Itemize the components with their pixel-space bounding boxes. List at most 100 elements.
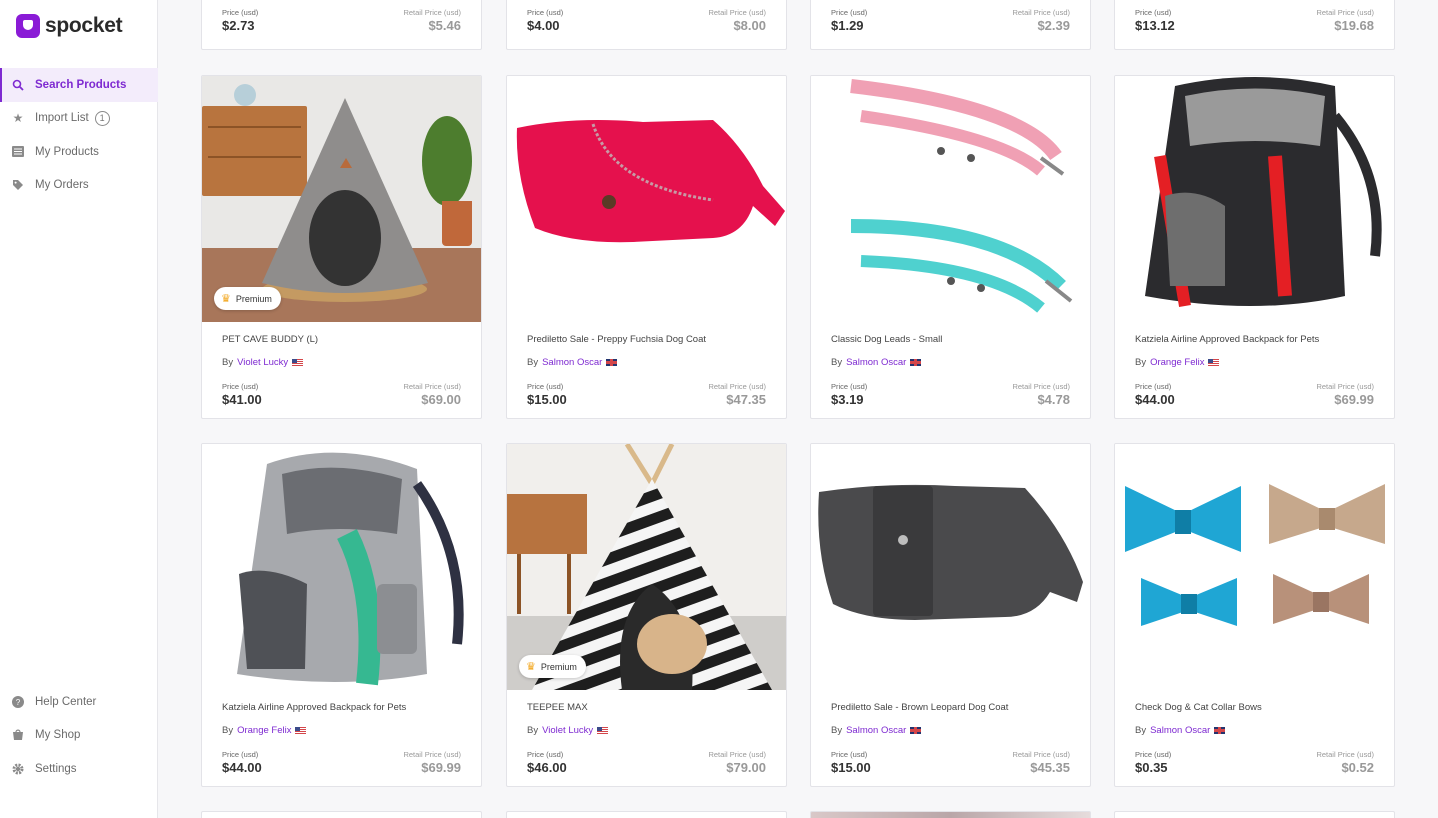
product-card[interactable]: Classic Dog Leads - Small By Salmon Oscar…: [810, 75, 1091, 419]
product-image-teepee[interactable]: ♛ Premium: [507, 444, 786, 690]
nav-item-my-shop[interactable]: My Shop: [0, 719, 158, 753]
price-value: $44.00: [222, 760, 262, 775]
shop-icon: [11, 728, 25, 742]
us-flag-icon: [295, 727, 307, 734]
nav-item-label: Search Products: [35, 78, 127, 91]
star-icon: ★: [12, 111, 24, 126]
premium-badge: ♛ Premium: [214, 287, 281, 310]
spocket-logo-icon: [16, 14, 40, 38]
svg-text:?: ?: [16, 698, 21, 707]
seller-link[interactable]: Salmon Oscar: [1150, 725, 1210, 736]
retail-price-label: Retail Price (usd): [708, 8, 766, 17]
by-label: By: [1135, 357, 1147, 368]
seller-link[interactable]: Violet Lucky: [542, 725, 593, 736]
price-value: $1.29: [831, 18, 864, 33]
price-value: $15.00: [831, 760, 871, 775]
price-label: Price (usd): [1135, 8, 1172, 17]
premium-label: Premium: [235, 293, 272, 304]
price-value: $46.00: [527, 760, 567, 775]
retail-price-value: $0.52: [1341, 760, 1374, 775]
import-count-badge: 1: [94, 110, 110, 126]
nav-item-my-products[interactable]: My Products: [0, 135, 158, 169]
nav-item-label: Help Center: [35, 695, 97, 708]
retail-price-value: $8.00: [733, 18, 766, 33]
product-image-felt-cave[interactable]: ♛ Premium: [202, 76, 481, 322]
price-value: $15.00: [527, 392, 567, 407]
product-image-red-backpack[interactable]: [1115, 76, 1394, 322]
product-card[interactable]: [201, 811, 482, 818]
by-label: By: [527, 357, 539, 368]
seller-link[interactable]: Orange Felix: [237, 725, 291, 736]
product-card[interactable]: [810, 811, 1091, 818]
nav-item-label: My Products: [35, 145, 99, 158]
seller-link[interactable]: Violet Lucky: [237, 357, 288, 368]
sidebar: spocket Search Products ★ Import List 1 …: [0, 0, 158, 818]
tag-icon: [11, 178, 25, 192]
product-image-leopard-coat[interactable]: [811, 444, 1090, 690]
price-value: $3.19: [831, 392, 864, 407]
nav-item-settings[interactable]: Settings: [0, 752, 158, 786]
price-value: $13.12: [1135, 18, 1175, 33]
product-card[interactable]: [1114, 811, 1395, 818]
product-title[interactable]: Prediletto Sale - Brown Leopard Dog Coat: [831, 702, 1070, 713]
price-label: Price (usd): [1135, 750, 1172, 759]
search-icon: [11, 78, 25, 92]
product-title[interactable]: Classic Dog Leads - Small: [831, 334, 1070, 345]
uk-flag-icon: [910, 727, 922, 734]
product-card[interactable]: ♛ Premium PET CAVE BUDDY (L) By Violet Luc…: [201, 75, 482, 419]
nav-item-my-orders[interactable]: My Orders: [0, 169, 158, 203]
seller-link[interactable]: Salmon Oscar: [846, 357, 906, 368]
product-title[interactable]: TEEPEE MAX: [527, 702, 766, 713]
product-title[interactable]: Katziela Airline Approved Backpack for P…: [1135, 334, 1374, 345]
product-card[interactable]: Price (usd) $2.73 Retail Price (usd) $5.46: [201, 0, 482, 50]
product-card[interactable]: Katziela Airline Approved Backpack for P…: [1114, 75, 1395, 419]
retail-price-label: Retail Price (usd): [1316, 382, 1374, 391]
retail-price-label: Retail Price (usd): [1316, 8, 1374, 17]
nav-item-help-center[interactable]: ? Help Center: [0, 685, 158, 719]
price-value: $41.00: [222, 392, 262, 407]
product-card[interactable]: Prediletto Sale - Preppy Fuchsia Dog Coa…: [506, 75, 787, 419]
main-nav: Search Products ★ Import List 1 My Produ…: [0, 68, 158, 202]
retail-price-value: $4.78: [1037, 392, 1070, 407]
premium-badge: ♛ Premium: [519, 655, 586, 678]
product-title[interactable]: Check Dog & Cat Collar Bows: [1135, 702, 1374, 713]
product-card[interactable]: Katziela Airline Approved Backpack for P…: [201, 443, 482, 787]
price-label: Price (usd): [831, 750, 868, 759]
retail-price-value: $5.46: [428, 18, 461, 33]
nav-item-label: Settings: [35, 762, 77, 775]
product-card[interactable]: [506, 811, 787, 818]
product-card[interactable]: Price (usd) $4.00 Retail Price (usd) $8.00: [506, 0, 787, 50]
seller-link[interactable]: Salmon Oscar: [846, 725, 906, 736]
retail-price-value: $19.68: [1334, 18, 1374, 33]
nav-item-label: Import List: [35, 112, 89, 125]
product-card[interactable]: Check Dog & Cat Collar Bows By Salmon Osc…: [1114, 443, 1395, 787]
retail-price-label: Retail Price (usd): [708, 750, 766, 759]
product-title[interactable]: Prediletto Sale - Preppy Fuchsia Dog Coa…: [527, 334, 766, 345]
retail-price-value: $69.00: [421, 392, 461, 407]
product-card[interactable]: Prediletto Sale - Brown Leopard Dog Coat…: [810, 443, 1091, 787]
product-image-fuchsia-coat[interactable]: [507, 76, 786, 322]
product-image-dog-leads[interactable]: [811, 76, 1090, 322]
price-value: $0.35: [1135, 760, 1168, 775]
nav-item-import-list[interactable]: ★ Import List 1: [0, 102, 158, 136]
spocket-logo[interactable]: spocket: [16, 14, 123, 38]
seller-link[interactable]: Salmon Oscar: [542, 357, 602, 368]
product-card[interactable]: Price (usd) $13.12 Retail Price (usd) $19.…: [1114, 0, 1395, 50]
nav-item-search-products[interactable]: Search Products: [0, 68, 158, 102]
product-title[interactable]: PET CAVE BUDDY (L): [222, 334, 461, 345]
product-card[interactable]: Price (usd) $1.29 Retail Price (usd) $2.39: [810, 0, 1091, 50]
seller-link[interactable]: Orange Felix: [1150, 357, 1204, 368]
by-label: By: [222, 725, 234, 736]
retail-price-label: Retail Price (usd): [403, 382, 461, 391]
product-image-bows[interactable]: [1115, 444, 1394, 690]
list-icon: [11, 145, 25, 159]
price-value: $44.00: [1135, 392, 1175, 407]
price-label: Price (usd): [222, 382, 259, 391]
product-image-grey-backpack[interactable]: [202, 444, 481, 690]
uk-flag-icon: [1214, 727, 1226, 734]
us-flag-icon: [597, 727, 609, 734]
product-card[interactable]: ♛ Premium TEEPEE MAX By Violet Lucky Price…: [506, 443, 787, 787]
help-icon: ?: [11, 695, 25, 709]
retail-price-value: $69.99: [1334, 392, 1374, 407]
product-title[interactable]: Katziela Airline Approved Backpack for P…: [222, 702, 461, 713]
